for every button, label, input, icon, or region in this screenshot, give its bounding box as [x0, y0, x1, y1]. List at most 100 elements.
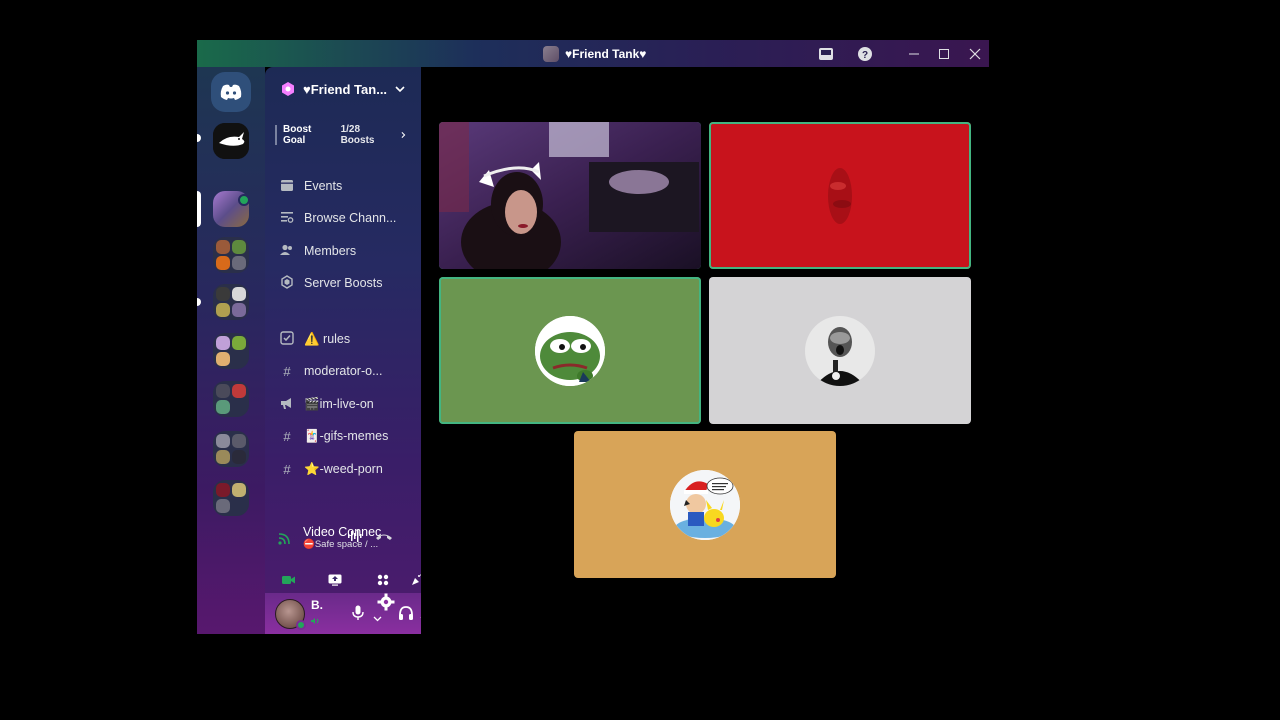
audio-options-button[interactable]: [420, 609, 421, 625]
rules-icon: [279, 330, 295, 348]
server-folder-4[interactable]: [213, 381, 249, 417]
gear-icon: [377, 593, 395, 611]
server-name: ♥Friend Tan...: [303, 81, 387, 97]
signal-icon: [278, 532, 290, 545]
username: B.: [311, 597, 323, 612]
pepe-avatar-image: [535, 315, 605, 386]
selected-pill: [197, 191, 201, 227]
unread-pill: [197, 298, 201, 306]
announcement-icon: [279, 396, 295, 413]
chevron-down-icon: [420, 617, 421, 618]
menu-server-boosts[interactable]: Server Boosts: [279, 272, 411, 294]
channel-rules[interactable]: ⚠️ rules: [279, 328, 411, 350]
server-boost-badge-icon: [282, 82, 294, 96]
avatar[interactable]: [275, 598, 306, 630]
disconnect-icon[interactable]: [375, 530, 393, 548]
server-folder-5[interactable]: [213, 431, 249, 467]
noise-suppression-icon[interactable]: [347, 529, 363, 548]
activities-icon: [377, 574, 389, 586]
title-bar: ♥Friend Tank♥ ?: [197, 40, 989, 67]
menu-events[interactable]: Events: [279, 175, 411, 197]
members-icon: [279, 243, 295, 260]
help-icon[interactable]: ?: [855, 44, 875, 64]
avatar: [670, 469, 740, 540]
soundboard-icon[interactable]: [410, 573, 421, 592]
svg-text:?: ?: [862, 50, 868, 61]
user-panel: B.: [265, 593, 421, 634]
hash-icon: #: [283, 461, 291, 477]
mic-options-button[interactable]: [373, 609, 382, 625]
chevron-down-icon: [395, 86, 405, 93]
voice-active-badge: [238, 194, 250, 206]
inbox-icon[interactable]: [816, 44, 836, 64]
bw-photo-avatar-image: [805, 315, 875, 386]
server-boost-icon: [279, 274, 295, 292]
boost-goal-label: Boost Goal: [283, 124, 312, 146]
menu-members[interactable]: Members: [279, 240, 411, 262]
speaking-icon: [311, 617, 319, 624]
avatar: [805, 315, 875, 386]
channel-label: ⭐-weed-porn: [304, 461, 383, 476]
hash-icon: #: [283, 428, 291, 444]
menu-label: Members: [304, 244, 357, 258]
headphones-icon: [399, 606, 413, 620]
mute-button[interactable]: [352, 605, 364, 624]
menu-label: Events: [304, 179, 343, 193]
video-tile-webcam[interactable]: [439, 122, 701, 269]
maximize-icon[interactable]: [934, 44, 954, 64]
avatar: [535, 315, 605, 386]
server-sidebar: [197, 67, 265, 634]
menu-label: Browse Chann...: [304, 211, 397, 225]
browse-channels-icon: [279, 210, 295, 227]
online-status-dot: [296, 619, 306, 630]
chevron-right-icon: [401, 131, 405, 139]
minimize-icon[interactable]: [904, 44, 924, 64]
menu-browse-channels[interactable]: Browse Chann...: [279, 207, 411, 229]
channel-sidebar: ♥Friend Tan... Boost Goal 1/28 Boosts Ev…: [265, 67, 421, 634]
channel-label: 🃏-gifs-memes: [304, 428, 389, 443]
deafen-button[interactable]: [398, 605, 414, 624]
microphone-icon: [352, 605, 364, 620]
channel-label: ⚠️ rules: [304, 331, 351, 346]
video-tile-red[interactable]: [709, 122, 971, 269]
blurred-object-image: [828, 167, 852, 224]
webcam-feed-image: [439, 122, 701, 269]
screen-share-button[interactable]: [317, 569, 353, 591]
server-folder-1[interactable]: [213, 237, 249, 273]
server-icon-shark[interactable]: [213, 123, 249, 159]
unread-pill: [197, 134, 201, 142]
server-folder-2[interactable]: [213, 284, 249, 320]
discord-window: ♥Friend Tank♥ ? ♥Friend Tan... Boost Goa…: [197, 40, 989, 634]
channel-label: moderator-o...: [304, 364, 383, 378]
voice-status[interactable]: Video Connec ⛔Safe space / ...: [277, 525, 387, 550]
settings-button[interactable]: [377, 593, 395, 611]
server-folder-6[interactable]: [213, 480, 249, 516]
discord-logo-icon: [220, 84, 242, 100]
activities-button[interactable]: [365, 569, 401, 591]
calendar-icon: [279, 178, 295, 195]
channel-label: 🎬im-live-on: [304, 396, 374, 411]
chevron-down-icon: [373, 616, 382, 622]
server-mini-icon: [543, 46, 559, 62]
camera-button[interactable]: [271, 569, 307, 591]
server-header[interactable]: ♥Friend Tan...: [265, 67, 421, 111]
channel-im-live-on[interactable]: 🎬im-live-on: [279, 393, 411, 415]
channel-weed[interactable]: # ⭐-weed-porn: [279, 458, 411, 480]
channel-gifs-memes[interactable]: # 🃏-gifs-memes: [279, 425, 411, 447]
video-tile-bw[interactable]: [709, 277, 971, 424]
video-tile-ash[interactable]: [574, 431, 836, 578]
channel-moderator[interactable]: # moderator-o...: [279, 360, 411, 382]
server-folder-3[interactable]: [213, 333, 249, 369]
close-icon[interactable]: [965, 44, 985, 64]
window-title-text: ♥Friend Tank♥: [565, 47, 647, 61]
hash-icon: #: [283, 363, 291, 379]
camera-icon: [282, 576, 295, 584]
screen-share-icon: [328, 574, 342, 586]
boost-progress: 1/28 Boosts: [340, 124, 375, 146]
video-tile-pepe[interactable]: [439, 277, 701, 424]
boost-goal-bar[interactable]: Boost Goal 1/28 Boosts: [275, 124, 406, 146]
discord-home-button[interactable]: [211, 72, 251, 112]
window-title: ♥Friend Tank♥: [543, 45, 646, 63]
menu-label: Server Boosts: [304, 276, 383, 290]
voice-connection-panel: Video Connec ⛔Safe space / ...: [265, 517, 421, 599]
